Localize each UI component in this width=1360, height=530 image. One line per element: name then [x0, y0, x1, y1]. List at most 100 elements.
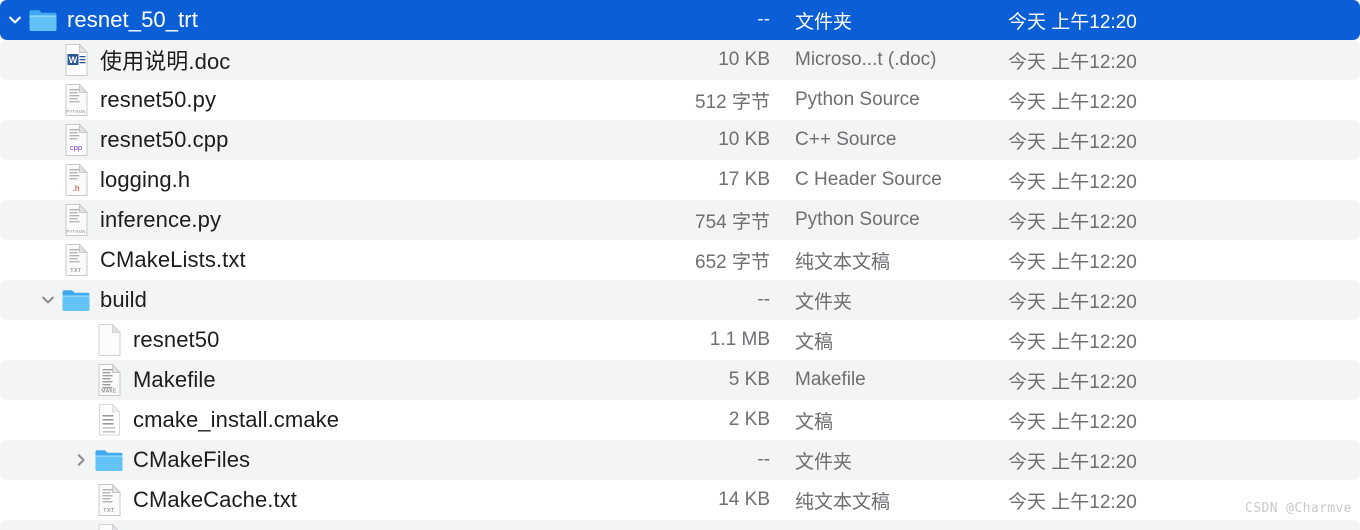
cell-date-modified: 今天 上午12:20 [1008, 131, 1137, 153]
file-row[interactable]: CMakeFiles -- 文件夹 今天 上午12:20 [0, 440, 1360, 480]
cell-size: -- [757, 449, 770, 470]
indent-spacer [0, 260, 37, 261]
disclosure-placeholder [70, 520, 92, 530]
cell-size: 17 KB [718, 169, 770, 190]
file-row[interactable]: build -- 文件夹 今天 上午12:20 [0, 280, 1360, 320]
cpp-file-icon: cpp [61, 123, 91, 157]
cell-size: 754 字节 [695, 211, 770, 233]
file-row[interactable]: MAKE Makefile 5 KB Makefile 今天 上午12:20 [0, 360, 1360, 400]
file-name-label: inference.py [100, 207, 222, 232]
cell-size: 652 字节 [695, 251, 770, 273]
cell-kind: C Header Source [795, 169, 942, 190]
disclosure-placeholder [37, 40, 59, 80]
blank-document-icon [94, 523, 124, 530]
cell-kind: Microso...t (.doc) [795, 49, 937, 70]
svg-text:PYTHON: PYTHON [66, 229, 85, 234]
cell-kind: 纯文本文稿 [795, 491, 891, 513]
file-row[interactable]: 文稿今天 上午 [0, 520, 1360, 530]
cell-date-modified: 今天 上午12:20 [1008, 291, 1137, 313]
file-name-label: CMakeCache.txt [133, 487, 298, 512]
cell-name: resnet_50_trt [0, 0, 660, 40]
indent-spacer [0, 220, 37, 221]
folder-icon [28, 3, 58, 37]
file-name-label: resnet50.cpp [100, 127, 229, 152]
indent-spacer [0, 60, 37, 61]
file-name-label: CMakeLists.txt [100, 247, 246, 272]
disclosure-placeholder [70, 320, 92, 360]
file-row[interactable]: TXT CMakeCache.txt 14 KB 纯文本文稿 今天 上午12:20 [0, 480, 1360, 520]
svg-text:PYTHON: PYTHON [66, 109, 85, 114]
cell-date-modified: 今天 上午12:20 [1008, 11, 1137, 33]
file-row[interactable]: PYTHON resnet50.py 512 字节 Python Source 今天 上… [0, 80, 1360, 120]
file-row[interactable]: W 使用说明.doc 10 KB Microso...t (.doc) 今天 上午12:… [0, 40, 1360, 80]
indent-spacer [0, 140, 37, 141]
txt-file-icon: TXT [61, 243, 91, 277]
file-name-label: resnet50 [133, 327, 220, 352]
cell-date-modified: 今天 上午12:20 [1008, 331, 1137, 353]
cell-name [0, 520, 660, 530]
txt-file-icon: TXT [94, 483, 124, 517]
cell-kind: 文稿 [795, 411, 834, 433]
svg-text:W: W [69, 55, 78, 65]
file-name-label: build [100, 287, 147, 312]
cell-name: cpp resnet50.cpp [0, 120, 660, 160]
cell-name: cmake_install.cmake [0, 400, 660, 440]
cell-name: .h logging.h [0, 160, 660, 200]
cell-name: build [0, 280, 660, 320]
file-row[interactable]: .h logging.h 17 KB C Header Source 今天 上午12:2… [0, 160, 1360, 200]
cell-date-modified: 今天 上午12:20 [1008, 411, 1137, 433]
disclosure-placeholder [70, 360, 92, 400]
indent-spacer [0, 300, 37, 301]
disclosure-placeholder [37, 240, 59, 280]
cell-date-modified: 今天 上午12:20 [1008, 91, 1137, 113]
python-file-icon: PYTHON [61, 203, 91, 237]
indent-spacer [0, 340, 70, 341]
file-row[interactable]: resnet50 1.1 MB 文稿 今天 上午12:20 [0, 320, 1360, 360]
header-file-icon: .h [61, 163, 91, 197]
cell-date-modified: 今天 上午12:20 [1008, 51, 1137, 73]
indent-spacer [0, 460, 70, 461]
file-row[interactable]: cmake_install.cmake 2 KB 文稿 今天 上午12:20 [0, 400, 1360, 440]
file-row[interactable]: cpp resnet50.cpp 10 KB C++ Source 今天 上午12:20 [0, 120, 1360, 160]
indent-spacer [0, 500, 70, 501]
disclosure-placeholder [37, 80, 59, 120]
chevron-down-icon[interactable] [37, 280, 59, 320]
cell-date-modified: 今天 上午12:20 [1008, 491, 1137, 513]
cell-size: 10 KB [718, 129, 770, 150]
file-row[interactable]: resnet_50_trt -- 文件夹 今天 上午12:20 [0, 0, 1360, 40]
svg-text:TXT: TXT [70, 268, 82, 274]
indent-spacer [0, 420, 70, 421]
cell-size: 10 KB [718, 49, 770, 70]
cell-kind: 文件夹 [795, 291, 853, 313]
chevron-down-icon[interactable] [4, 0, 26, 40]
python-file-icon: PYTHON [61, 83, 91, 117]
file-name-label: resnet_50_trt [67, 7, 198, 32]
cell-name: TXT CMakeCache.txt [0, 480, 660, 520]
cell-kind: Makefile [795, 369, 866, 390]
cell-date-modified: 今天 上午12:20 [1008, 211, 1137, 233]
cell-size: -- [757, 9, 770, 30]
disclosure-placeholder [37, 160, 59, 200]
word-document-icon: W [61, 43, 91, 77]
cell-name: W 使用说明.doc [0, 40, 660, 80]
cell-size: -- [757, 289, 770, 310]
file-row[interactable]: TXT CMakeLists.txt 652 字节 纯文本文稿 今天 上午12:20 [0, 240, 1360, 280]
cell-kind: C++ Source [795, 129, 897, 150]
file-list-view[interactable]: resnet_50_trt -- 文件夹 今天 上午12:20 W 使用说明.doc 10 … [0, 0, 1360, 530]
cell-kind: Python Source [795, 209, 920, 230]
folder-icon [94, 443, 124, 477]
cell-date-modified: 今天 上午12:20 [1008, 251, 1137, 273]
cell-kind: 文稿 [795, 331, 834, 353]
file-name-label: resnet50.py [100, 87, 217, 112]
cell-size: 512 字节 [695, 91, 770, 113]
chevron-right-icon[interactable] [70, 440, 92, 480]
disclosure-placeholder [70, 400, 92, 440]
cell-name: PYTHON resnet50.py [0, 80, 660, 120]
file-row[interactable]: PYTHON inference.py 754 字节 Python Source 今天 … [0, 200, 1360, 240]
file-name-label: 使用说明.doc [100, 49, 231, 74]
cell-size: 14 KB [718, 489, 770, 510]
cell-name: CMakeFiles [0, 440, 660, 480]
svg-text:.h: .h [72, 183, 79, 193]
cell-kind: Python Source [795, 89, 920, 110]
file-name-label: CMakeFiles [133, 447, 251, 472]
